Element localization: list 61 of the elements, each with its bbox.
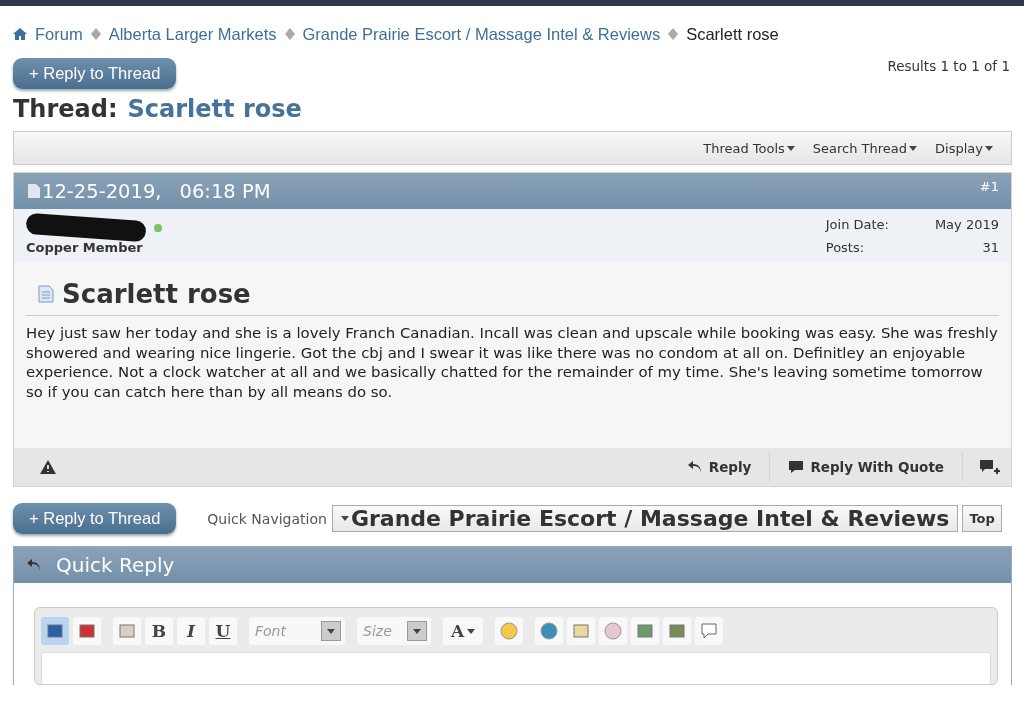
post-time: 06:18 PM xyxy=(179,179,271,203)
info-label: Join Date: xyxy=(825,217,889,234)
message-field[interactable] xyxy=(41,652,991,685)
breadcrumb-link[interactable]: Grande Prairie Escort / Massage Intel & Reviews xyxy=(302,24,661,44)
toolbar-button[interactable] xyxy=(73,617,101,646)
post-action-button[interactable]: Reply With Quote xyxy=(769,452,962,483)
toolbar-button[interactable] xyxy=(495,617,523,646)
speech-bubble-icon xyxy=(700,622,718,641)
reply-to-thread-button[interactable]: + Reply to Thread xyxy=(13,503,177,535)
results-count: Results 1 to 1 of 1 xyxy=(887,58,1010,74)
quick-reply-title: Quick Reply xyxy=(56,553,175,578)
dropdown-placeholder: Font xyxy=(255,623,286,640)
warning-icon[interactable] xyxy=(40,460,56,475)
post-date: 12-25-2019, xyxy=(42,179,162,203)
breadcrumb-link[interactable]: Alberta Larger Markets xyxy=(108,24,277,44)
quote-icon xyxy=(788,460,805,475)
top-button[interactable]: Top xyxy=(962,505,1002,533)
tools-menu[interactable]: Display xyxy=(935,140,993,156)
toolbar-button[interactable] xyxy=(113,617,141,646)
caret-icon xyxy=(413,628,421,634)
breadcrumb-link[interactable]: Forum xyxy=(35,24,83,44)
toolbar-button[interactable] xyxy=(41,617,69,646)
document-icon xyxy=(38,285,54,303)
format-button[interactable]: U xyxy=(209,617,237,646)
toolbar-button[interactable] xyxy=(631,617,659,646)
format-button[interactable]: B xyxy=(145,617,173,646)
toolbar-button[interactable] xyxy=(663,617,691,646)
reply-to-thread-button[interactable]: + Reply to Thread xyxy=(13,58,177,89)
info-label: Posts: xyxy=(825,240,866,257)
caret-icon xyxy=(467,628,476,634)
post-text: Hey just saw her today and she is a lovely Franch Canadian. Incall was clean and upscale while booking was easy. She was freshly showered and wearing nice lingerie. Got the cbj and I swear it was like there was no condom at all on. Definitley an enjoyable experience. Not a clock watcher at all and we basically chatted for the remainder of my time. She's leaving sometime tomorrow so if you can catch here than by all means do so. xyxy=(26,324,999,403)
post-action-button[interactable]: Reply xyxy=(668,452,770,483)
tools-menu[interactable]: Search Thread xyxy=(812,140,918,156)
separator-icon xyxy=(90,28,101,40)
info-value: 31 xyxy=(981,240,999,257)
user-rank: Copper Member xyxy=(26,240,144,255)
caret-icon xyxy=(340,516,349,522)
home-icon[interactable] xyxy=(13,27,27,41)
document-icon xyxy=(28,184,40,198)
post-title: Scarlett rose xyxy=(62,279,251,309)
separator-icon xyxy=(668,28,679,40)
caret-icon xyxy=(909,145,918,151)
speech-plus-icon xyxy=(979,459,1001,476)
caret-icon xyxy=(327,628,335,634)
tools-menu[interactable]: Thread Tools xyxy=(703,140,795,156)
multi-quote-button[interactable] xyxy=(962,452,1001,483)
text-color-button[interactable]: A xyxy=(443,617,483,646)
quick-navigation-label: Quick Navigation xyxy=(207,510,327,527)
toolbar-button[interactable] xyxy=(535,617,563,646)
info-value: May 2019 xyxy=(933,217,999,234)
separator-icon xyxy=(284,28,295,40)
thread-label: Thread: xyxy=(13,95,118,123)
dropdown-placeholder: Size xyxy=(363,623,392,640)
thread-title: Scarlett rose xyxy=(127,95,302,123)
toolbar-button[interactable] xyxy=(599,617,627,646)
quick-navigation-select[interactable]: Grande Prairie Escort / Massage Intel & Reviews xyxy=(331,505,959,533)
caret-icon xyxy=(985,145,993,151)
toolbar-button[interactable] xyxy=(567,617,595,646)
format-button[interactable]: I xyxy=(177,617,205,646)
caret-icon xyxy=(786,145,795,151)
breadcrumb-link[interactable]: Scarlett rose xyxy=(686,24,779,44)
